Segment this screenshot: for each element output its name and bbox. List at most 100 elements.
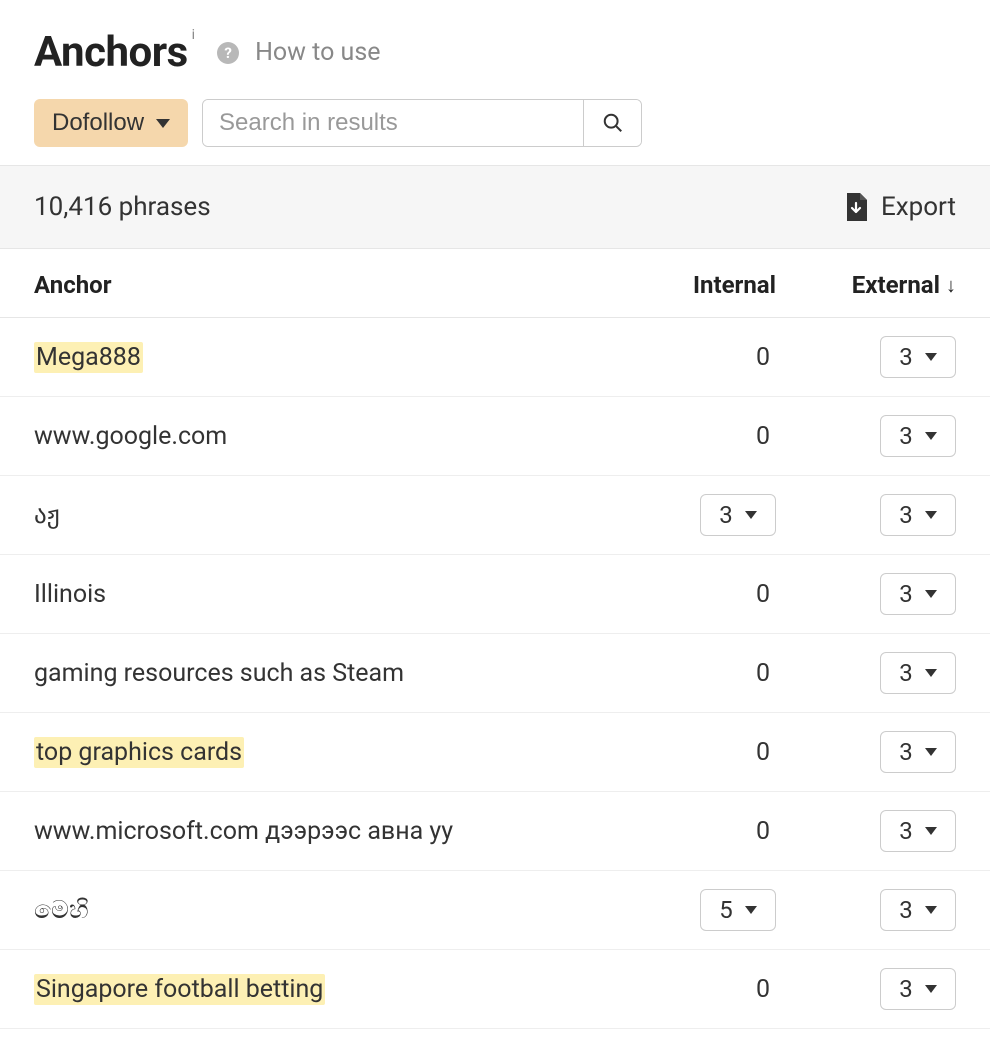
anchor-cell: www.microsoft.com дээрээс авна уу (34, 817, 616, 846)
chevron-down-icon (925, 590, 937, 598)
column-header-external-label: External (852, 271, 940, 299)
table-row: www.google.com 0 3 (0, 397, 990, 476)
column-header-internal[interactable]: Internal (616, 271, 776, 299)
table-row: Illinois 0 3 (0, 555, 990, 634)
table-row: top graphics cards 0 3 (0, 713, 990, 792)
external-count-dropdown[interactable]: 3 (880, 336, 956, 378)
internal-cell: 3 (616, 494, 776, 536)
column-header-anchor[interactable]: Anchor (34, 271, 616, 299)
export-button[interactable]: Export (845, 192, 956, 222)
external-count-value: 3 (899, 896, 913, 924)
chevron-down-icon (925, 511, 937, 519)
chevron-down-icon (925, 827, 937, 835)
table-row: www.microsoft.com дээрээс авна уу 0 3 (0, 792, 990, 871)
anchor-cell: මෙහි (34, 896, 616, 925)
internal-cell: 0 (616, 738, 776, 767)
external-count-dropdown[interactable]: 3 (880, 652, 956, 694)
external-count-dropdown[interactable]: 3 (880, 810, 956, 852)
external-count-dropdown[interactable]: 3 (880, 889, 956, 931)
chevron-down-icon (745, 511, 757, 519)
table-row: gaming resources such as Steam 0 3 (0, 634, 990, 713)
external-count-value: 3 (899, 422, 913, 450)
external-count-dropdown[interactable]: 3 (880, 415, 956, 457)
how-to-use-link[interactable]: How to use (255, 38, 380, 67)
help-icon[interactable]: ? (217, 42, 239, 64)
internal-count-value: 5 (719, 896, 733, 924)
internal-cell: 0 (616, 659, 776, 688)
anchor-text[interactable]: Mega888 (34, 342, 143, 373)
external-count-value: 3 (899, 343, 913, 371)
anchor-text[interactable]: මෙහි (34, 896, 89, 925)
external-count-value: 3 (899, 580, 913, 608)
anchor-text[interactable]: აჟ (34, 501, 60, 530)
chevron-down-icon (925, 985, 937, 993)
title-row: Anchors i ? How to use (34, 28, 956, 77)
info-icon[interactable]: i (192, 27, 195, 43)
internal-count-value: 0 (756, 738, 776, 767)
internal-count-dropdown[interactable]: 5 (700, 889, 776, 931)
dofollow-filter-label: Dofollow (52, 109, 144, 137)
anchor-text[interactable]: www.microsoft.com дээрээс авна уу (34, 817, 453, 846)
anchor-cell: Illinois (34, 580, 616, 609)
anchor-cell: gaming resources such as Steam (34, 659, 616, 688)
search-container (202, 99, 642, 147)
export-icon (845, 193, 867, 221)
external-cell: 3 (776, 573, 956, 615)
table-row: აჟ 3 3 (0, 476, 990, 555)
anchor-cell: Singapore football betting (34, 975, 616, 1004)
chevron-down-icon (925, 906, 937, 914)
page-title: Anchors (34, 28, 188, 77)
search-icon (602, 112, 624, 134)
sort-descending-icon: ↓ (946, 273, 956, 298)
internal-cell: 5 (616, 889, 776, 931)
internal-cell: 0 (616, 817, 776, 846)
phrase-count: 10,416 phrases (34, 192, 211, 222)
internal-cell: 0 (616, 975, 776, 1004)
external-count-dropdown[interactable]: 3 (880, 573, 956, 615)
anchors-table: Anchor Internal External ↓ Mega88803www.… (0, 249, 990, 1029)
external-count-dropdown[interactable]: 3 (880, 731, 956, 773)
chevron-down-icon (925, 353, 937, 361)
summary-band: 10,416 phrases Export (0, 165, 990, 249)
anchor-text[interactable]: www.google.com (34, 422, 227, 451)
anchor-cell: Mega888 (34, 343, 616, 372)
external-count-dropdown[interactable]: 3 (880, 968, 956, 1010)
anchor-cell: აჟ (34, 500, 616, 530)
search-input[interactable] (203, 100, 583, 146)
anchor-text[interactable]: Illinois (34, 580, 106, 609)
anchor-text[interactable]: top graphics cards (34, 737, 244, 768)
dofollow-filter-dropdown[interactable]: Dofollow (34, 99, 188, 147)
external-cell: 3 (776, 336, 956, 378)
chevron-down-icon (745, 906, 757, 914)
internal-count-value: 0 (756, 422, 776, 451)
table-header: Anchor Internal External ↓ (0, 249, 990, 318)
table-body: Mega88803www.google.com03აჟ33Illinois03g… (0, 318, 990, 1029)
table-row: මෙහි 5 3 (0, 871, 990, 950)
external-count-value: 3 (899, 501, 913, 529)
external-cell: 3 (776, 968, 956, 1010)
internal-cell: 0 (616, 422, 776, 451)
chevron-down-icon (925, 432, 937, 440)
external-cell: 3 (776, 494, 956, 536)
external-count-value: 3 (899, 659, 913, 687)
internal-cell: 0 (616, 343, 776, 372)
internal-count-value: 0 (756, 580, 776, 609)
chevron-down-icon (925, 669, 937, 677)
anchor-text[interactable]: gaming resources such as Steam (34, 659, 404, 688)
anchor-text[interactable]: Singapore football betting (34, 974, 325, 1005)
internal-count-value: 3 (719, 501, 733, 529)
chevron-down-icon (156, 119, 170, 128)
table-row: Singapore football betting 0 3 (0, 950, 990, 1029)
external-count-value: 3 (899, 738, 913, 766)
anchor-cell: top graphics cards (34, 738, 616, 767)
internal-count-value: 0 (756, 343, 776, 372)
external-cell: 3 (776, 652, 956, 694)
external-cell: 3 (776, 889, 956, 931)
internal-count-value: 0 (756, 817, 776, 846)
internal-count-dropdown[interactable]: 3 (700, 494, 776, 536)
external-count-dropdown[interactable]: 3 (880, 494, 956, 536)
search-button[interactable] (583, 100, 641, 146)
column-header-external[interactable]: External ↓ (776, 271, 956, 299)
anchor-cell: www.google.com (34, 422, 616, 451)
internal-cell: 0 (616, 580, 776, 609)
